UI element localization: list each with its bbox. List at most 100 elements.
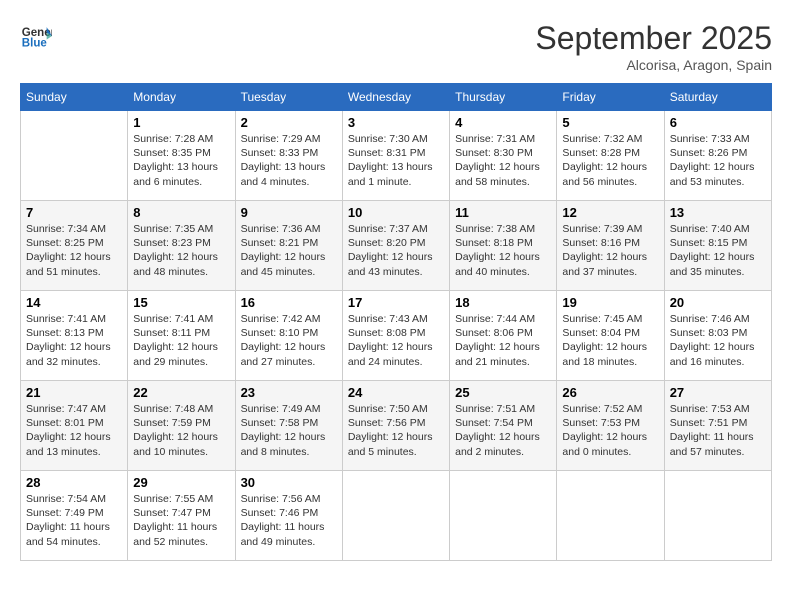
day-info: Sunrise: 7:54 AMSunset: 7:49 PMDaylight:…	[26, 492, 122, 549]
day-number: 18	[455, 295, 551, 310]
day-number: 22	[133, 385, 229, 400]
day-cell: 9 Sunrise: 7:36 AMSunset: 8:21 PMDaylight…	[235, 201, 342, 291]
day-number: 2	[241, 115, 337, 130]
col-header-friday: Friday	[557, 84, 664, 111]
day-number: 10	[348, 205, 444, 220]
col-header-thursday: Thursday	[450, 84, 557, 111]
day-number: 5	[562, 115, 658, 130]
day-info: Sunrise: 7:35 AMSunset: 8:23 PMDaylight:…	[133, 222, 229, 279]
day-info: Sunrise: 7:52 AMSunset: 7:53 PMDaylight:…	[562, 402, 658, 459]
day-number: 29	[133, 475, 229, 490]
day-info: Sunrise: 7:39 AMSunset: 8:16 PMDaylight:…	[562, 222, 658, 279]
col-header-sunday: Sunday	[21, 84, 128, 111]
logo-icon: General Blue	[20, 20, 52, 52]
day-info: Sunrise: 7:44 AMSunset: 8:06 PMDaylight:…	[455, 312, 551, 369]
day-cell: 3 Sunrise: 7:30 AMSunset: 8:31 PMDaylight…	[342, 111, 449, 201]
day-info: Sunrise: 7:53 AMSunset: 7:51 PMDaylight:…	[670, 402, 766, 459]
day-cell	[557, 471, 664, 561]
day-info: Sunrise: 7:38 AMSunset: 8:18 PMDaylight:…	[455, 222, 551, 279]
day-cell: 17 Sunrise: 7:43 AMSunset: 8:08 PMDayligh…	[342, 291, 449, 381]
day-number: 17	[348, 295, 444, 310]
day-info: Sunrise: 7:37 AMSunset: 8:20 PMDaylight:…	[348, 222, 444, 279]
day-info: Sunrise: 7:32 AMSunset: 8:28 PMDaylight:…	[562, 132, 658, 189]
day-number: 23	[241, 385, 337, 400]
day-number: 30	[241, 475, 337, 490]
calendar-table: SundayMondayTuesdayWednesdayThursdayFrid…	[20, 83, 772, 561]
month-title: September 2025	[535, 20, 772, 57]
day-number: 24	[348, 385, 444, 400]
day-cell: 24 Sunrise: 7:50 AMSunset: 7:56 PMDayligh…	[342, 381, 449, 471]
day-cell: 21 Sunrise: 7:47 AMSunset: 8:01 PMDayligh…	[21, 381, 128, 471]
day-cell: 5 Sunrise: 7:32 AMSunset: 8:28 PMDaylight…	[557, 111, 664, 201]
day-info: Sunrise: 7:41 AMSunset: 8:13 PMDaylight:…	[26, 312, 122, 369]
day-cell	[342, 471, 449, 561]
day-number: 11	[455, 205, 551, 220]
day-cell	[21, 111, 128, 201]
col-header-saturday: Saturday	[664, 84, 771, 111]
day-cell: 6 Sunrise: 7:33 AMSunset: 8:26 PMDaylight…	[664, 111, 771, 201]
day-info: Sunrise: 7:55 AMSunset: 7:47 PMDaylight:…	[133, 492, 229, 549]
day-info: Sunrise: 7:41 AMSunset: 8:11 PMDaylight:…	[133, 312, 229, 369]
day-number: 13	[670, 205, 766, 220]
day-info: Sunrise: 7:40 AMSunset: 8:15 PMDaylight:…	[670, 222, 766, 279]
day-info: Sunrise: 7:28 AMSunset: 8:35 PMDaylight:…	[133, 132, 229, 189]
day-info: Sunrise: 7:36 AMSunset: 8:21 PMDaylight:…	[241, 222, 337, 279]
day-number: 9	[241, 205, 337, 220]
col-header-wednesday: Wednesday	[342, 84, 449, 111]
day-cell: 20 Sunrise: 7:46 AMSunset: 8:03 PMDayligh…	[664, 291, 771, 381]
day-number: 26	[562, 385, 658, 400]
day-number: 16	[241, 295, 337, 310]
day-number: 12	[562, 205, 658, 220]
day-info: Sunrise: 7:30 AMSunset: 8:31 PMDaylight:…	[348, 132, 444, 189]
svg-text:Blue: Blue	[22, 38, 48, 50]
week-row-1: 1 Sunrise: 7:28 AMSunset: 8:35 PMDaylight…	[21, 111, 772, 201]
day-cell: 14Sunrise: 7:41 AMSunset: 8:13 PMDayligh…	[21, 291, 128, 381]
day-info: Sunrise: 7:33 AMSunset: 8:26 PMDaylight:…	[670, 132, 766, 189]
week-row-5: 28 Sunrise: 7:54 AMSunset: 7:49 PMDayligh…	[21, 471, 772, 561]
day-info: Sunrise: 7:42 AMSunset: 8:10 PMDaylight:…	[241, 312, 337, 369]
logo: General Blue	[20, 20, 52, 52]
day-info: Sunrise: 7:43 AMSunset: 8:08 PMDaylight:…	[348, 312, 444, 369]
day-info: Sunrise: 7:46 AMSunset: 8:03 PMDaylight:…	[670, 312, 766, 369]
day-cell: 10 Sunrise: 7:37 AMSunset: 8:20 PMDayligh…	[342, 201, 449, 291]
day-cell: 7Sunrise: 7:34 AMSunset: 8:25 PMDaylight…	[21, 201, 128, 291]
day-number: 6	[670, 115, 766, 130]
week-row-3: 14Sunrise: 7:41 AMSunset: 8:13 PMDayligh…	[21, 291, 772, 381]
day-cell: 15 Sunrise: 7:41 AMSunset: 8:11 PMDayligh…	[128, 291, 235, 381]
day-number: 28	[26, 475, 122, 490]
day-cell: 18 Sunrise: 7:44 AMSunset: 8:06 PMDayligh…	[450, 291, 557, 381]
day-cell: 12 Sunrise: 7:39 AMSunset: 8:16 PMDayligh…	[557, 201, 664, 291]
day-info: Sunrise: 7:49 AMSunset: 7:58 PMDaylight:…	[241, 402, 337, 459]
day-cell: 4 Sunrise: 7:31 AMSunset: 8:30 PMDaylight…	[450, 111, 557, 201]
week-row-4: 21 Sunrise: 7:47 AMSunset: 8:01 PMDayligh…	[21, 381, 772, 471]
day-cell: 11 Sunrise: 7:38 AMSunset: 8:18 PMDayligh…	[450, 201, 557, 291]
day-cell: 27Sunrise: 7:53 AMSunset: 7:51 PMDayligh…	[664, 381, 771, 471]
title-area: September 2025 Alcorisa, Aragon, Spain	[535, 20, 772, 73]
day-number: 1	[133, 115, 229, 130]
day-number: 25	[455, 385, 551, 400]
day-cell: 29 Sunrise: 7:55 AMSunset: 7:47 PMDayligh…	[128, 471, 235, 561]
location: Alcorisa, Aragon, Spain	[535, 57, 772, 73]
day-cell: 26 Sunrise: 7:52 AMSunset: 7:53 PMDayligh…	[557, 381, 664, 471]
day-cell	[664, 471, 771, 561]
day-cell: 8 Sunrise: 7:35 AMSunset: 8:23 PMDaylight…	[128, 201, 235, 291]
day-info: Sunrise: 7:51 AMSunset: 7:54 PMDaylight:…	[455, 402, 551, 459]
day-number: 8	[133, 205, 229, 220]
day-info: Sunrise: 7:48 AMSunset: 7:59 PMDaylight:…	[133, 402, 229, 459]
day-cell: 16 Sunrise: 7:42 AMSunset: 8:10 PMDayligh…	[235, 291, 342, 381]
week-row-2: 7Sunrise: 7:34 AMSunset: 8:25 PMDaylight…	[21, 201, 772, 291]
day-cell: 23 Sunrise: 7:49 AMSunset: 7:58 PMDayligh…	[235, 381, 342, 471]
day-info: Sunrise: 7:45 AMSunset: 8:04 PMDaylight:…	[562, 312, 658, 369]
day-number: 21	[26, 385, 122, 400]
day-number: 19	[562, 295, 658, 310]
day-info: Sunrise: 7:34 AMSunset: 8:25 PMDaylight:…	[26, 222, 122, 279]
day-number: 4	[455, 115, 551, 130]
day-number: 20	[670, 295, 766, 310]
day-info: Sunrise: 7:29 AMSunset: 8:33 PMDaylight:…	[241, 132, 337, 189]
day-number: 15	[133, 295, 229, 310]
day-info: Sunrise: 7:50 AMSunset: 7:56 PMDaylight:…	[348, 402, 444, 459]
day-info: Sunrise: 7:31 AMSunset: 8:30 PMDaylight:…	[455, 132, 551, 189]
day-number: 3	[348, 115, 444, 130]
day-cell: 28 Sunrise: 7:54 AMSunset: 7:49 PMDayligh…	[21, 471, 128, 561]
day-info: Sunrise: 7:47 AMSunset: 8:01 PMDaylight:…	[26, 402, 122, 459]
